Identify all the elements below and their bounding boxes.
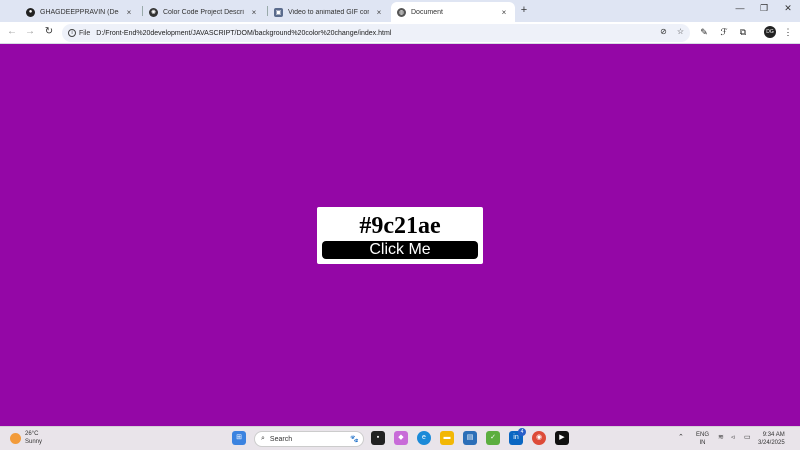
clock-date: 3/24/2025 [758, 440, 785, 446]
terminal-icon[interactable]: ▶ [555, 431, 569, 445]
sun-icon [10, 433, 21, 444]
profile-avatar[interactable]: DG [764, 26, 776, 38]
color-code-text: #9c21ae [359, 213, 441, 239]
clock[interactable]: 9:34 AM 3/24/2025 [758, 431, 785, 447]
no-tracking-icon[interactable]: ⊘ [660, 27, 667, 36]
tab-chatgpt[interactable]: ✺ Color Code Project Description × [143, 2, 265, 22]
lang-code: ENG [696, 432, 710, 438]
copilot-icon[interactable]: ◆ [394, 431, 408, 445]
tab-label: Color Code Project Description [163, 8, 244, 16]
chevron-up-icon[interactable]: ⌃ [678, 434, 684, 442]
info-icon: i [68, 29, 76, 37]
search-icon: ⌕ [261, 435, 265, 442]
task-view-icon[interactable]: ▪ [371, 431, 385, 445]
file-label: File [79, 29, 91, 37]
app-icon[interactable]: ✓ [486, 431, 500, 445]
weather-temp: 26°C [25, 431, 39, 437]
close-window-icon[interactable]: ✕ [778, 3, 798, 14]
pen-extension-icon[interactable]: ✎ [698, 26, 710, 38]
new-tab-button[interactable]: + [518, 4, 530, 16]
close-tab-icon[interactable]: × [124, 8, 134, 17]
linkedin-icon[interactable]: in 4 [509, 428, 526, 445]
close-tab-icon[interactable]: × [249, 8, 259, 17]
edge-icon[interactable]: e [417, 431, 431, 445]
forward-icon[interactable]: → [23, 25, 37, 39]
tab-label: Document [411, 8, 443, 16]
windows-start-icon[interactable]: ⊞ [232, 431, 246, 445]
globe-icon: ◍ [397, 7, 406, 17]
close-tab-icon[interactable]: × [374, 8, 384, 17]
address-bar[interactable]: i File D:/Front-End%20development/JAVASC… [62, 24, 690, 42]
search-placeholder: Search [269, 435, 293, 443]
notification-badge: 4 [518, 428, 526, 436]
language-indicator[interactable]: ENG IN [696, 431, 709, 447]
windows-taskbar: 26°C Sunny ⊞ ⌕ Search 🐾 ▪ ◆ e ▬ ▤ ✓ in 4… [0, 426, 800, 450]
click-me-button[interactable]: Click Me [322, 241, 478, 259]
browser-toolbar: ← → ↻ i File D:/Front-End%20development/… [0, 22, 800, 44]
weather-widget[interactable]: 26°C Sunny [10, 430, 42, 446]
site-info-chip[interactable]: i File [68, 29, 90, 37]
clock-time: 9:34 AM [762, 432, 785, 438]
menu-kebab-icon[interactable]: ⋮ [782, 26, 794, 38]
back-icon[interactable]: ← [5, 25, 19, 39]
tab-ezgif[interactable]: ▣ Video to animated GIF converter × [268, 2, 390, 22]
minimize-icon[interactable]: — [730, 3, 750, 13]
tab-label: GHAGDEEPPRAVIN (Deep Ghag) [40, 8, 119, 16]
github-icon: ● [26, 7, 35, 17]
bookmark-star-icon[interactable]: ☆ [677, 27, 684, 36]
chrome-icon[interactable]: ◉ [532, 431, 546, 445]
battery-icon[interactable]: ▭ [744, 434, 751, 442]
close-tab-icon[interactable]: × [499, 8, 509, 17]
chatgpt-icon: ✺ [149, 7, 158, 17]
tab-strip: ● GHAGDEEPPRAVIN (Deep Ghag) × ✺ Color C… [0, 0, 800, 22]
tab-document[interactable]: ◍ Document × [391, 2, 515, 22]
search-highlight-icon: 🐾 [350, 436, 359, 443]
volume-icon[interactable]: ◃ [731, 434, 735, 442]
font-extension-icon[interactable]: ℱ [718, 26, 730, 38]
restore-icon[interactable]: ❐ [754, 3, 774, 14]
wifi-icon[interactable]: ≋ [718, 434, 724, 442]
file-explorer-icon[interactable]: ▬ [440, 431, 454, 445]
color-card: #9c21ae Click Me [317, 207, 483, 264]
taskbar-search[interactable]: ⌕ Search 🐾 [254, 431, 364, 447]
reload-icon[interactable]: ↻ [42, 25, 56, 39]
extensions-puzzle-icon[interactable]: ⧉ [737, 26, 749, 38]
lang-region: IN [699, 440, 706, 446]
weather-condition: Sunny [25, 439, 43, 445]
ezgif-icon: ▣ [274, 7, 283, 17]
url-text: D:/Front-End%20development/JAVASCRIPT/DO… [96, 29, 392, 37]
tab-github[interactable]: ● GHAGDEEPPRAVIN (Deep Ghag) × [20, 2, 140, 22]
tab-label: Video to animated GIF converter [288, 8, 369, 16]
page-body: #9c21ae Click Me [0, 44, 800, 426]
store-icon[interactable]: ▤ [463, 431, 477, 445]
omnibox-actions: ⊘ ☆ [660, 27, 684, 36]
